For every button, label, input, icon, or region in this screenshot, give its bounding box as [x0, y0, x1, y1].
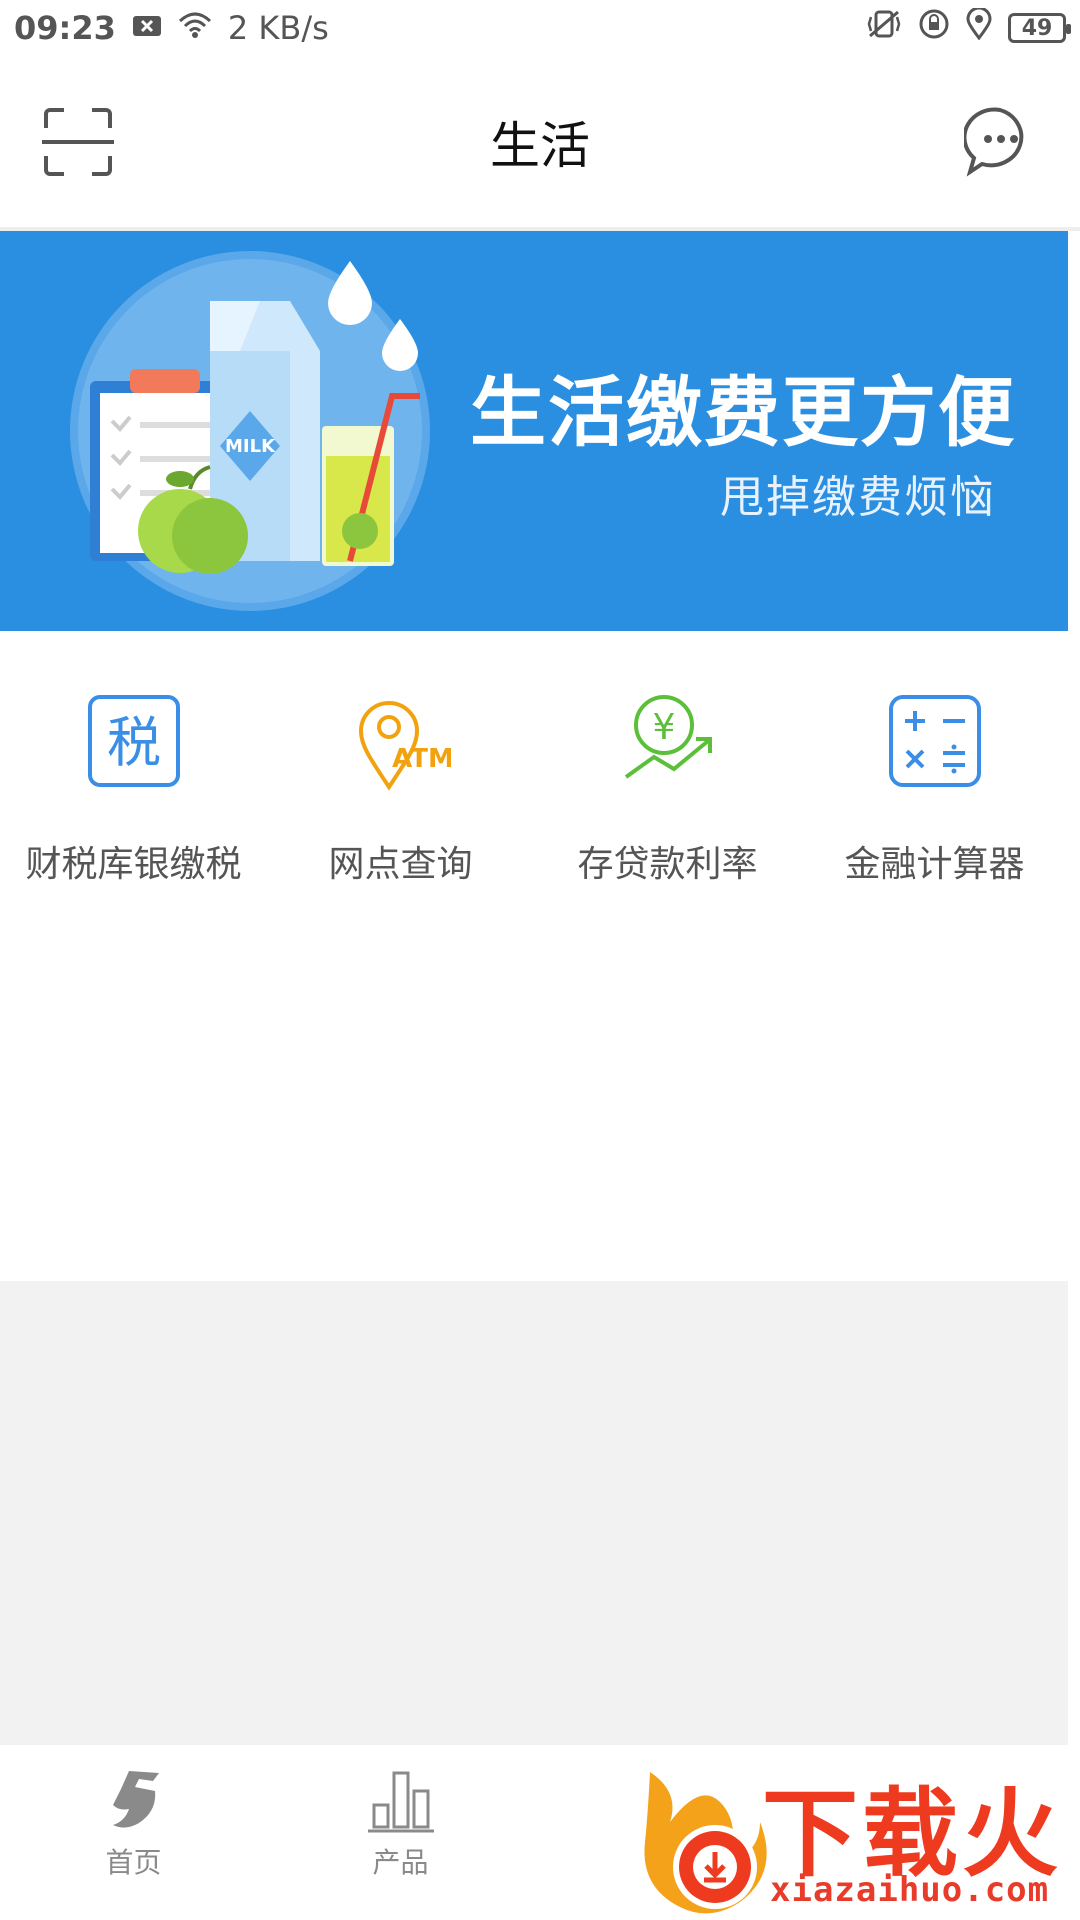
network-speed: 2 KB/s	[227, 9, 329, 47]
service-tax-payment[interactable]: 税 财税库银缴税	[0, 691, 267, 911]
service-calculator[interactable]: 金融计算器	[801, 691, 1068, 911]
screen: 09:23 2 KB/s 49 生活 MILK 生活缴费更方便 甩掉缴费烦恼 税…	[0, 0, 1080, 1920]
wifi-icon	[178, 9, 212, 47]
empty-content-area	[0, 1281, 1068, 1745]
nav-label: 首页	[105, 1846, 162, 1879]
banner-subtitle: 甩掉缴费烦恼	[720, 472, 996, 523]
scan-icon[interactable]	[42, 106, 114, 178]
message-icon[interactable]	[962, 106, 1036, 178]
service-label: 网点查询	[328, 844, 473, 885]
status-right: 49	[866, 6, 1071, 48]
service-label: 金融计算器	[844, 844, 1025, 885]
nav-item-products[interactable]: 产品	[267, 1765, 534, 1905]
yen-glyph: ¥	[652, 707, 675, 748]
rotation-lock-icon	[918, 8, 950, 48]
tax-icon: 税	[84, 691, 184, 791]
watermark-url: xiazaihuo.com	[770, 1870, 1050, 1910]
banner-illustration: MILK	[70, 251, 430, 611]
home-logo-icon	[99, 1765, 169, 1835]
status-left: 09:23 2 KB/s	[14, 9, 329, 47]
promo-banner[interactable]: MILK 生活缴费更方便 甩掉缴费烦恼	[0, 231, 1068, 631]
banner-title: 生活缴费更方便	[470, 368, 1016, 457]
notification-close-icon	[132, 9, 162, 47]
milk-label: MILK	[225, 436, 276, 457]
calculator-icon	[885, 691, 985, 791]
service-label: 财税库银缴税	[25, 844, 242, 885]
watermark-flame-logo	[644, 1772, 767, 1914]
nav-item-home[interactable]: 首页	[0, 1765, 267, 1905]
status-time: 09:23	[14, 9, 116, 47]
atm-location-icon: ATM	[351, 691, 453, 791]
page-title: 生活	[490, 116, 590, 175]
app-header: 生活	[0, 56, 1080, 231]
tax-icon-glyph: 税	[107, 711, 161, 774]
vibrate-icon	[866, 8, 902, 48]
interest-rate-icon: ¥	[618, 691, 718, 791]
service-label: 存贷款利率	[577, 844, 758, 885]
service-interest-rate[interactable]: ¥ 存贷款利率	[534, 691, 801, 911]
products-chart-icon	[366, 1765, 436, 1835]
nav-label: 产品	[372, 1846, 429, 1879]
battery-indicator: 49	[1008, 13, 1071, 43]
watermark: 下载火 xiazaihuo.com	[630, 1752, 1068, 1920]
service-branch-query[interactable]: ATM 网点查询	[267, 691, 534, 911]
status-bar: 09:23 2 KB/s 49	[0, 0, 1080, 56]
services-grid: 税 财税库银缴税 ATM 网点查询 ¥ 存贷款利率 金融计算器	[0, 631, 1068, 1281]
location-icon	[966, 6, 992, 48]
atm-icon-text: ATM	[392, 744, 451, 774]
